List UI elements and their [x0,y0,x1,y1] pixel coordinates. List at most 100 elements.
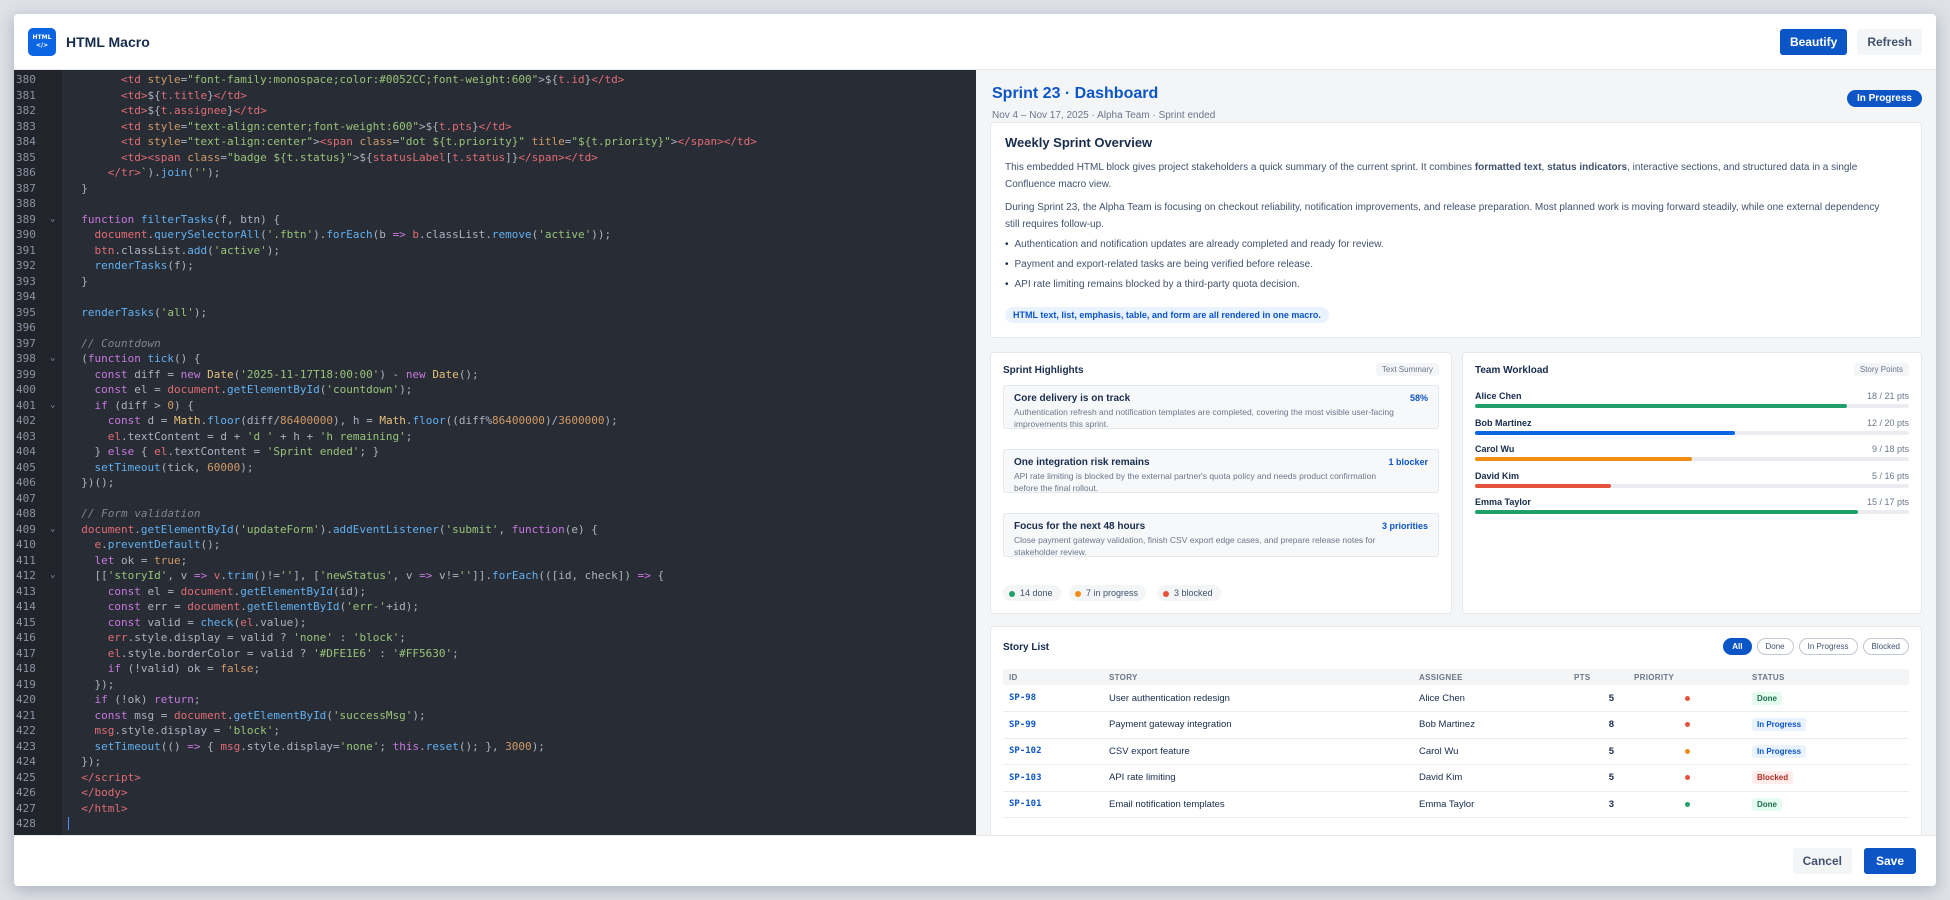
code-line[interactable]: 380 <td style="font-family:monospace;col… [14,72,976,88]
table-row[interactable]: SP-103 API rate limiting David Kim 5 Blocked [1003,764,1909,792]
table-row[interactable]: SP-98 User authentication redesign Alice C… [1003,685,1909,712]
fold-chevron-icon[interactable]: ⌄ [50,351,55,367]
code-line[interactable]: 407 [14,491,976,507]
workload-bar-fill [1475,457,1692,461]
code-line[interactable]: 422 msg.style.display = 'block'; [14,723,976,739]
chip-label: 3 blocked [1174,588,1213,598]
overview-paragraph-2: During Sprint 23, the Alpha Team is focu… [1005,202,1880,230]
code-line[interactable]: 382 <td>${t.assignee}</td> [14,103,976,119]
code-line[interactable]: 404 } else { el.textContent = 'Sprint en… [14,444,976,460]
filter-blocked-button[interactable]: Blocked [1862,638,1909,655]
code-line[interactable]: 426 </body> [14,785,976,801]
highlights-badge: Text Summary [1375,363,1439,376]
code-line[interactable]: 406 })(); [14,475,976,491]
cancel-button[interactable]: Cancel [1792,848,1852,874]
line-number: 425 [16,770,36,784]
code-line[interactable]: 381 <td>${t.title}</td> [14,88,976,104]
code-line[interactable]: 408 // Form validation [14,506,976,522]
code-line[interactable]: 420 if (!ok) return; [14,692,976,708]
code-line[interactable]: 411 let ok = true; [14,553,976,569]
story-id[interactable]: SP-98 [1003,685,1103,712]
code-line[interactable]: 425 </script> [14,770,976,786]
line-number: 412 [16,569,36,582]
code-line[interactable]: 415 const valid = check(el.value); [14,615,976,631]
fold-chevron-icon[interactable]: ⌄ [50,398,55,414]
table-row[interactable]: SP-99 Payment gateway integration Bob Mart… [1003,711,1909,739]
code-line[interactable]: 409 ⌄ document.getElementById('updateForm… [14,522,976,538]
code-line[interactable]: 416 err.style.display = valid ? 'none' :… [14,630,976,646]
code-text: <td style="text-align:center"><span clas… [120,135,757,148]
overview-paragraph-1: This embedded HTML block gives project s… [1005,159,1885,193]
column-header: ASSIGNEE [1413,669,1568,685]
code-line[interactable]: 412 ⌄ [['storyId', v => v.trim()!=''], ['… [14,568,976,584]
code-line[interactable]: 385 <td><span class="badge ${t.status}">… [14,150,976,166]
fold-chevron-icon[interactable]: ⌄ [50,212,55,228]
fold-chevron-icon[interactable]: ⌄ [50,568,55,584]
code-line[interactable]: 417 el.style.borderColor = valid ? '#DFE… [14,646,976,662]
line-number: 387 [16,181,36,195]
code-line[interactable]: 424 }); [14,754,976,770]
highlights-title: Sprint Highlights [1003,365,1084,376]
code-line[interactable]: 399 const diff = new Date('2025-11-17T18… [14,367,976,383]
story-id[interactable]: SP-101 [1003,791,1103,818]
code-line[interactable]: 418 if (!valid) ok = false; [14,661,976,677]
save-button[interactable]: Save [1863,848,1916,874]
code-line[interactable]: 402 const d = Math.floor(diff/86400000),… [14,413,976,429]
story-status: Done [1746,685,1909,712]
code-text: if (!ok) return; [94,693,201,706]
member-points: 12 / 20 pts [1866,418,1909,428]
code-line[interactable]: 388 [14,196,976,212]
table-row[interactable]: SP-101 Email notification templates Emma T… [1003,791,1909,818]
code-line[interactable]: 423 setTimeout(() => { msg.style.display… [14,739,976,755]
code-line[interactable]: 389 ⌄ function filterTasks(f, btn) { [14,212,976,228]
code-line[interactable]: 393 } [14,274,976,290]
code-line[interactable]: 414 const err = document.getElementById(… [14,599,976,615]
code-text: [['storyId', v => v.trim()!=''], ['newSt… [68,569,665,582]
code-line[interactable]: 383 <td style="text-align:center;font-we… [14,119,976,135]
story-id[interactable]: SP-99 [1003,711,1103,739]
code-line[interactable]: 401 ⌄ if (diff > 0) { [14,398,976,414]
code-text: setTimeout(() => { msg.style.display='no… [94,739,545,753]
filter-in-progress-button[interactable]: In Progress [1798,638,1858,655]
code-line[interactable]: 387 } [14,181,976,197]
filter-all-button[interactable]: All [1723,638,1752,655]
code-line[interactable]: 410 e.preventDefault(); [14,537,976,553]
refresh-button[interactable]: Refresh [1857,28,1922,55]
code-line[interactable]: 428 [14,816,976,832]
code-line[interactable]: 403 el.textContent = d + 'd ' + h + 'h r… [14,429,976,445]
table-row[interactable]: SP-102 CSV export feature Carol Wu 5 In Prog… [1003,738,1909,765]
line-number: 423 [16,739,36,753]
story-id[interactable]: SP-103 [1003,764,1103,792]
line-number: 428 [16,817,36,830]
html-macro-dialog: HTML </> HTML Macro Beautify Refresh 380 … [14,14,1936,886]
line-number: 407 [16,491,36,505]
code-line[interactable]: 392 renderTasks(f); [14,258,976,274]
fold-chevron-icon[interactable]: ⌄ [50,522,55,538]
code-line[interactable]: 413 const el = document.getElementById(i… [14,584,976,600]
code-line[interactable]: 421 const msg = document.getElementById(… [14,708,976,724]
code-line[interactable]: 427 </html> [14,801,976,817]
code-line[interactable]: 405 setTimeout(tick, 60000); [14,460,976,476]
overview-tag: HTML text, list, emphasis, table, and fo… [1005,307,1329,323]
workload-bar-fill [1475,431,1736,435]
code-line[interactable]: 397 // Countdown [14,336,976,352]
code-editor[interactable]: 380 <td style="font-family:monospace;col… [14,70,976,835]
highlight-item: Core delivery is on track 58% Authentica… [1003,385,1439,429]
filter-done-button[interactable]: Done [1756,638,1794,655]
code-line[interactable]: 396 [14,320,976,336]
story-id[interactable]: SP-102 [1003,738,1103,765]
beautify-button[interactable]: Beautify [1779,28,1848,55]
member-points: 15 / 17 pts [1866,497,1909,507]
code-line[interactable]: 395 renderTasks('all'); [14,305,976,321]
story-priority [1628,685,1746,712]
code-text: msg.style.display = 'block'; [94,724,280,737]
code-line[interactable]: 390 document.querySelectorAll('.fbtn').f… [14,227,976,243]
code-line[interactable]: 419 }); [14,677,976,693]
code-line[interactable]: 386 </tr>`).join(''); [14,165,976,181]
code-line[interactable]: 400 const el = document.getElementById('… [14,382,976,398]
code-line[interactable]: 394 [14,289,976,305]
line-number: 396 [16,321,36,334]
code-line[interactable]: 384 <td style="text-align:center"><span … [14,134,976,150]
code-line[interactable]: 398 ⌄ (function tick() { [14,351,976,367]
code-line[interactable]: 391 btn.classList.add('active'); [14,243,976,259]
